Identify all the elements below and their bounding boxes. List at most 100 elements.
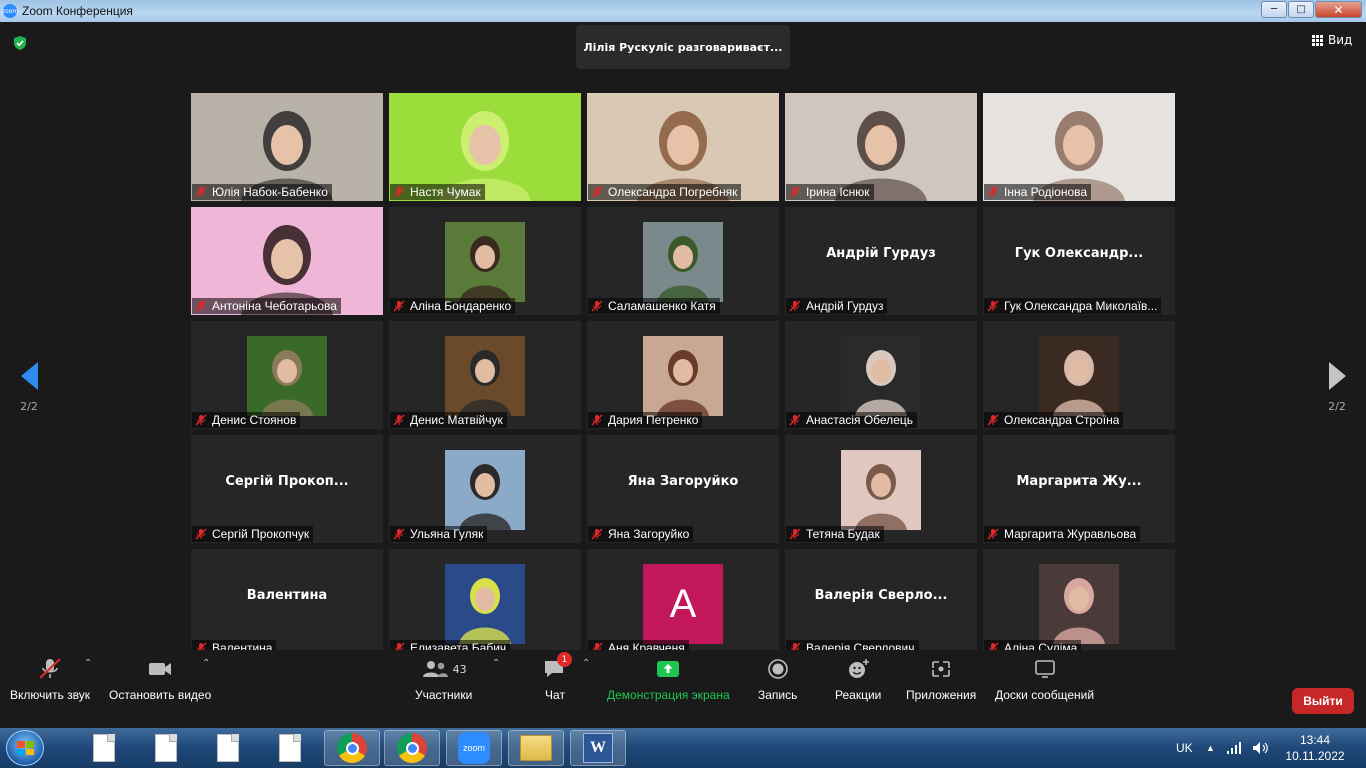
participant-tile[interactable]: Елизавета Бабич xyxy=(389,549,581,657)
participant-tile[interactable]: Тетяна Будак xyxy=(785,435,977,543)
show-hidden-icons-icon[interactable]: ▲ xyxy=(1206,728,1215,768)
taskbar-explorer[interactable] xyxy=(508,730,564,766)
reactions-button[interactable]: Реакции xyxy=(835,658,881,702)
participant-tile[interactable]: A Аня Кравченя xyxy=(587,549,779,657)
participant-display-name: Гук Олександр... xyxy=(1014,245,1144,261)
apps-button[interactable]: Приложения xyxy=(906,658,976,702)
whiteboards-button[interactable]: Доски сообщений xyxy=(995,658,1094,702)
mic-muted-icon xyxy=(987,300,999,312)
participant-name: Денис Матвійчук xyxy=(410,413,503,427)
participant-tile[interactable]: Ульяна Гуляк xyxy=(389,435,581,543)
profile-picture xyxy=(841,336,921,416)
participant-name-tag: Денис Стоянов xyxy=(192,412,301,428)
start-button[interactable] xyxy=(6,730,44,766)
participants-options-caret-icon[interactable]: ⌃ xyxy=(492,658,500,669)
chat-unread-badge: 1 xyxy=(557,652,572,667)
participant-tile[interactable]: Олександра Погребняк xyxy=(587,93,779,201)
security-shield-icon[interactable] xyxy=(12,35,28,51)
taskbar-word[interactable]: W xyxy=(570,730,626,766)
language-indicator[interactable]: UK xyxy=(1176,728,1193,768)
zoom-app-icon: zoom xyxy=(458,732,490,764)
participant-tile[interactable]: Гук Олександр... Гук Олександра Миколаїв.… xyxy=(983,207,1175,315)
active-speaker-banner: Лілія Рускуліс разговариваєт... xyxy=(576,25,790,69)
participant-tile[interactable]: Валентина Валентина xyxy=(191,549,383,657)
taskbar-document-3[interactable] xyxy=(200,730,256,766)
minimize-button[interactable]: ─ xyxy=(1261,1,1287,18)
taskbar-document-1[interactable] xyxy=(76,730,132,766)
mic-muted-icon xyxy=(195,528,207,540)
taskbar-zoom[interactable]: zoom xyxy=(446,730,502,766)
participant-name: Настя Чумак xyxy=(410,185,481,199)
profile-picture xyxy=(445,450,525,530)
chrome-icon xyxy=(397,733,427,763)
participant-display-name: Валерія Сверло... xyxy=(814,587,948,603)
participant-tile[interactable]: Валерія Сверло... Валерія Сверлович xyxy=(785,549,977,657)
participant-tile[interactable]: Денис Стоянов xyxy=(191,321,383,429)
participant-name-tag: Яна Загоруйко xyxy=(588,526,694,542)
maximize-button[interactable]: □ xyxy=(1288,1,1314,18)
view-button[interactable]: Вид xyxy=(1312,33,1352,47)
video-options-caret-icon[interactable]: ⌃ xyxy=(202,658,210,669)
leave-button[interactable]: Выйти xyxy=(1292,688,1354,714)
mic-muted-icon xyxy=(195,300,207,312)
next-page-button[interactable]: 2/2 xyxy=(1322,360,1352,420)
participant-tile[interactable]: Аліна Суліма xyxy=(983,549,1175,657)
record-icon xyxy=(767,659,788,679)
participant-name: Маргарита Журавльова xyxy=(1004,527,1137,541)
participant-name: Юлія Набок-Бабенко xyxy=(212,185,328,199)
unmute-button[interactable]: Включить звук xyxy=(10,658,90,702)
window-title: Zoom Конференция xyxy=(22,4,133,18)
participant-tile[interactable]: Анастасія Обелець xyxy=(785,321,977,429)
previous-page-button[interactable]: 2/2 xyxy=(14,360,44,420)
whiteboards-label: Доски сообщений xyxy=(995,688,1095,702)
record-label: Запись xyxy=(758,688,798,702)
participant-tile[interactable]: Дария Петренко xyxy=(587,321,779,429)
participants-label: Участники xyxy=(415,688,473,702)
participant-tile[interactable]: Яна Загоруйко Яна Загоруйко xyxy=(587,435,779,543)
system-clock[interactable]: 13:44 10.11.2022 xyxy=(1280,732,1350,764)
participant-tile[interactable]: Інна Родіонова xyxy=(983,93,1175,201)
participant-tile[interactable]: Сергій Прокоп... Сергій Прокопчук xyxy=(191,435,383,543)
participant-name-tag: Денис Матвійчук xyxy=(390,412,507,428)
taskbar-document-2[interactable] xyxy=(138,730,194,766)
participant-name: Олександра Строїна xyxy=(1004,413,1120,427)
chromium-icon xyxy=(337,733,367,763)
participant-name-tag: Інна Родіонова xyxy=(984,184,1092,200)
participant-tile[interactable]: Маргарита Жу... Маргарита Журавльова xyxy=(983,435,1175,543)
participant-tile[interactable]: Аліна Бондаренко xyxy=(389,207,581,315)
taskbar-browser-1[interactable] xyxy=(324,730,380,766)
participant-tile[interactable]: Ірина Існюк xyxy=(785,93,977,201)
participant-tile[interactable]: Антоніна Чеботарьова xyxy=(191,207,383,315)
network-icon[interactable] xyxy=(1226,728,1242,768)
document-icon xyxy=(217,734,239,762)
participant-tile[interactable]: Денис Матвійчук xyxy=(389,321,581,429)
folder-icon xyxy=(520,735,552,761)
record-button[interactable]: Запись xyxy=(758,658,797,702)
taskbar-chrome[interactable] xyxy=(384,730,440,766)
stop-video-button[interactable]: Остановить видео xyxy=(109,658,211,702)
share-screen-button[interactable]: Демонстрация экрана xyxy=(607,658,730,702)
mic-muted-icon xyxy=(37,658,63,680)
audio-options-caret-icon[interactable]: ⌃ xyxy=(84,658,92,669)
close-button[interactable]: ✕ xyxy=(1315,1,1362,18)
participants-count: 43 xyxy=(452,662,467,676)
participant-name-tag: Аліна Бондаренко xyxy=(390,298,516,314)
mic-muted-icon xyxy=(789,528,801,540)
chat-options-caret-icon[interactable]: ⌃ xyxy=(582,658,590,669)
participant-name: Дария Петренко xyxy=(608,413,699,427)
participant-name: Денис Стоянов xyxy=(212,413,297,427)
taskbar-document-4[interactable] xyxy=(262,730,318,766)
meeting-area: Лілія Рускуліс разговариваєт... Вид 2/2 … xyxy=(0,22,1366,728)
unmute-label: Включить звук xyxy=(10,688,91,702)
document-icon xyxy=(155,734,177,762)
participant-tile[interactable]: Саламашенко Катя xyxy=(587,207,779,315)
participant-tile[interactable]: Настя Чумак xyxy=(389,93,581,201)
volume-icon[interactable] xyxy=(1252,728,1270,768)
mic-muted-icon xyxy=(987,414,999,426)
participant-tile[interactable]: Юлія Набок-Бабенко xyxy=(191,93,383,201)
participant-tile[interactable]: Андрій Гурдуз Андрій Гурдуз xyxy=(785,207,977,315)
chat-button[interactable]: 1 Чат xyxy=(543,652,572,702)
participant-tile[interactable]: Олександра Строїна xyxy=(983,321,1175,429)
participants-button[interactable]: 43 Участники xyxy=(415,658,472,702)
participant-name: Анастасія Обелець xyxy=(806,413,913,427)
